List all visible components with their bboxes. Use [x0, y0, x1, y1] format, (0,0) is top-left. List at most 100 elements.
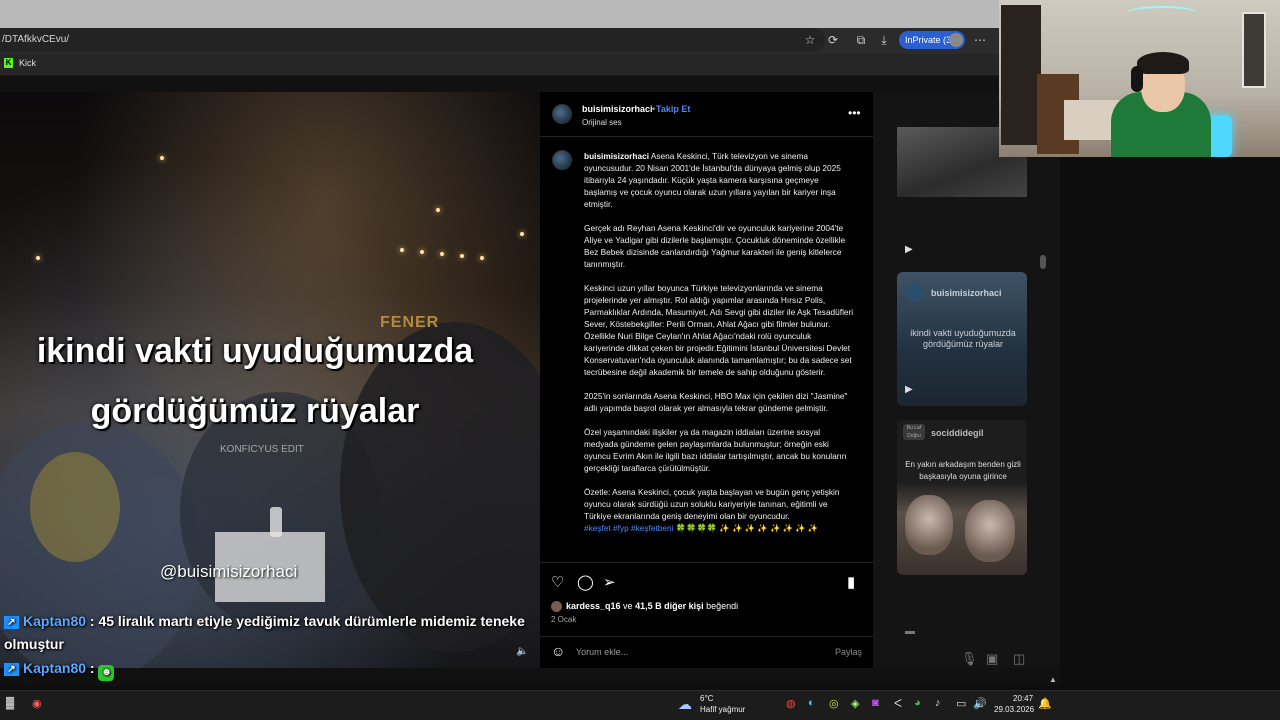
taskbar [0, 690, 1280, 720]
chat-message: ↗ Kaptan80 : 45 liralık martı etiyle yedi… [4, 610, 549, 656]
separator-dot: • [652, 104, 656, 114]
likes-suffix: beğendi [703, 601, 739, 611]
scrollbar[interactable] [1040, 150, 1046, 630]
caption-username[interactable]: buisimisizorhaci [584, 151, 649, 161]
notification-bell-icon[interactable]: 🔔 [1038, 697, 1052, 710]
reel-icon: ▶ [905, 384, 913, 395]
scroll-thumb[interactable] [1040, 255, 1046, 269]
audio-label[interactable]: Orijinal ses [582, 118, 622, 127]
thumbnail-caption: En yakın arkadaşım benden gizli başkasıy… [905, 460, 1021, 481]
chevron-up-icon[interactable]: ▲ [1049, 675, 1057, 684]
tray-app-icon[interactable]: ◎ [829, 697, 839, 710]
chat-badge-icon: ↗ [4, 663, 19, 676]
screen: /DTAfkkvCEvu/ ☆ ⟳ ⧉ ⤓ InPrivate (3) ⋯ KK… [0, 0, 1280, 720]
post-panel: buisimisizorhaci • Takip Et Orijinal ses… [540, 92, 873, 668]
reel-icon: ▬ [905, 626, 915, 637]
thumbnail-caption: ikindi vakti uyuduğumuzda gördüğümüz rüy… [910, 328, 1016, 349]
face-shape [905, 495, 953, 555]
follow-button[interactable]: Takip Et [656, 104, 690, 114]
caption-paragraph: 2025'in sonlarında Asena Keskinci, HBO M… [584, 391, 848, 413]
clock-time[interactable]: 20:47 [1013, 694, 1033, 703]
likes-count: 41,5 B diğer kişi [635, 601, 704, 611]
refresh-icon[interactable]: ⟳ [824, 31, 842, 49]
profile-avatar [949, 33, 963, 47]
flag-shape [30, 452, 120, 562]
hashtags[interactable]: #keşfet #fyp #keşfetbeni 🍀🍀🍀🍀 ✨ ✨ ✨ ✨ ✨ … [584, 522, 854, 534]
door-shape [1001, 5, 1041, 145]
download-icon[interactable]: ⤓ [875, 31, 893, 49]
sticker-icon[interactable]: ◫ [1013, 651, 1025, 667]
likes-summary[interactable]: kardess_q16 ve 41,5 B diğer kişi beğendi [566, 601, 738, 611]
neon-light [1127, 6, 1197, 20]
light-bulb [400, 248, 404, 252]
like-icon[interactable]: ♡ [551, 573, 564, 591]
thumbnail-username: sociddidegil [931, 428, 984, 438]
weather-description[interactable]: Hafif yağmur [700, 705, 745, 714]
post-username[interactable]: buisimisizorhaci [582, 104, 653, 114]
caption-paragraph: Özetle: Asena Keskinci, çocuk yaşta başl… [584, 487, 840, 521]
tray-app-icon[interactable]: ◍ [786, 697, 796, 710]
caption-paragraph: Gerçek adı Reyhan Asena Keskinci'dir ve … [584, 223, 846, 269]
tray-app-icon[interactable]: ◈ [851, 697, 859, 710]
avatar[interactable] [552, 104, 572, 124]
account-badge: Bu Laf Doğru [903, 424, 925, 440]
tray-app-icon[interactable]: ◕ [914, 697, 921, 709]
light-bulb [420, 250, 424, 254]
more-icon[interactable]: ⋯ [971, 31, 989, 49]
share-icon[interactable]: ➢ [603, 573, 616, 591]
liker-avatar[interactable] [551, 601, 562, 612]
video-caption-line2: gördüğümüz rüyalar [90, 392, 420, 430]
likes-conjunction: ve [620, 601, 636, 611]
reel-video[interactable]: FENER ikindi vakti uyuduğumuzda gördüğüm… [0, 92, 540, 668]
monitor-icon[interactable]: ▭ [956, 697, 966, 710]
star-icon[interactable]: ☆ [801, 31, 819, 49]
widgets-icon[interactable]: ▓ [6, 697, 14, 709]
inprivate-label: InPrivate (3) [905, 35, 955, 45]
favorite-kick[interactable]: K Kick [4, 58, 36, 68]
light-bulb [36, 256, 40, 260]
video-caption-line1: ikindi vakti uyuduğumuzda [36, 332, 474, 370]
kick-icon: K [4, 58, 13, 68]
post-comment-button[interactable]: Paylaş [835, 647, 862, 657]
inprivate-button[interactable]: InPrivate (3) [899, 31, 965, 49]
divider [540, 136, 873, 137]
mic-icon[interactable]: 🎙 [961, 651, 978, 667]
app-icon[interactable]: ◉ [32, 697, 42, 710]
chat-text: : [89, 660, 95, 676]
post-date: 2 Ocak [551, 615, 577, 624]
cloud-icon: ☁ [678, 696, 692, 712]
tray-app-icon[interactable]: ◙ [872, 697, 879, 709]
avatar [905, 284, 923, 302]
microphone-icon[interactable]: ♪ [935, 697, 941, 709]
address-bar[interactable]: /DTAfkkvCEvu/ [0, 28, 825, 52]
caption-avatar[interactable] [552, 150, 572, 170]
light-bulb [436, 208, 440, 212]
webcam-overlay [999, 0, 1280, 157]
reel-icon: ▶ [905, 244, 913, 255]
extensions-icon[interactable]: ⧉ [852, 31, 870, 49]
comment-input[interactable] [576, 645, 816, 659]
person-silhouette [340, 322, 540, 652]
edit-watermark: KONFICYUS EDIT [220, 444, 304, 455]
tray-app-icon[interactable]: ◐ [808, 697, 815, 709]
tray-app-icon[interactable]: ᐸ [894, 697, 902, 710]
more-options-icon[interactable]: ••• [848, 106, 861, 120]
emoji-icon[interactable]: ☺ [551, 643, 565, 659]
face-shape [965, 500, 1015, 562]
tab-strip [0, 0, 1000, 28]
light-bulb [520, 232, 524, 236]
post-caption: buisimisizorhaci Asena Keskinci, Türk te… [584, 150, 854, 558]
clock-date[interactable]: 29.03.2026 [994, 705, 1034, 714]
volume-icon[interactable]: 🔊 [973, 697, 987, 710]
image-icon[interactable]: ▣ [986, 651, 998, 667]
bookmark-icon[interactable]: ▮ [847, 573, 855, 591]
thumbnail-username: buisimisizorhaci [931, 288, 1002, 298]
light-bulb [440, 252, 444, 256]
comment-icon[interactable]: ◯ [577, 573, 594, 591]
handle-watermark: @buisimisizorhaci [160, 562, 298, 581]
caption-paragraph: Keskinci uzun yıllar boyunca Türkiye tel… [584, 283, 854, 377]
streamer-hair [1137, 52, 1189, 74]
weather-temperature[interactable]: 6°C [700, 694, 713, 703]
headphones-shape [1131, 66, 1143, 92]
liker-username: kardess_q16 [566, 601, 621, 611]
